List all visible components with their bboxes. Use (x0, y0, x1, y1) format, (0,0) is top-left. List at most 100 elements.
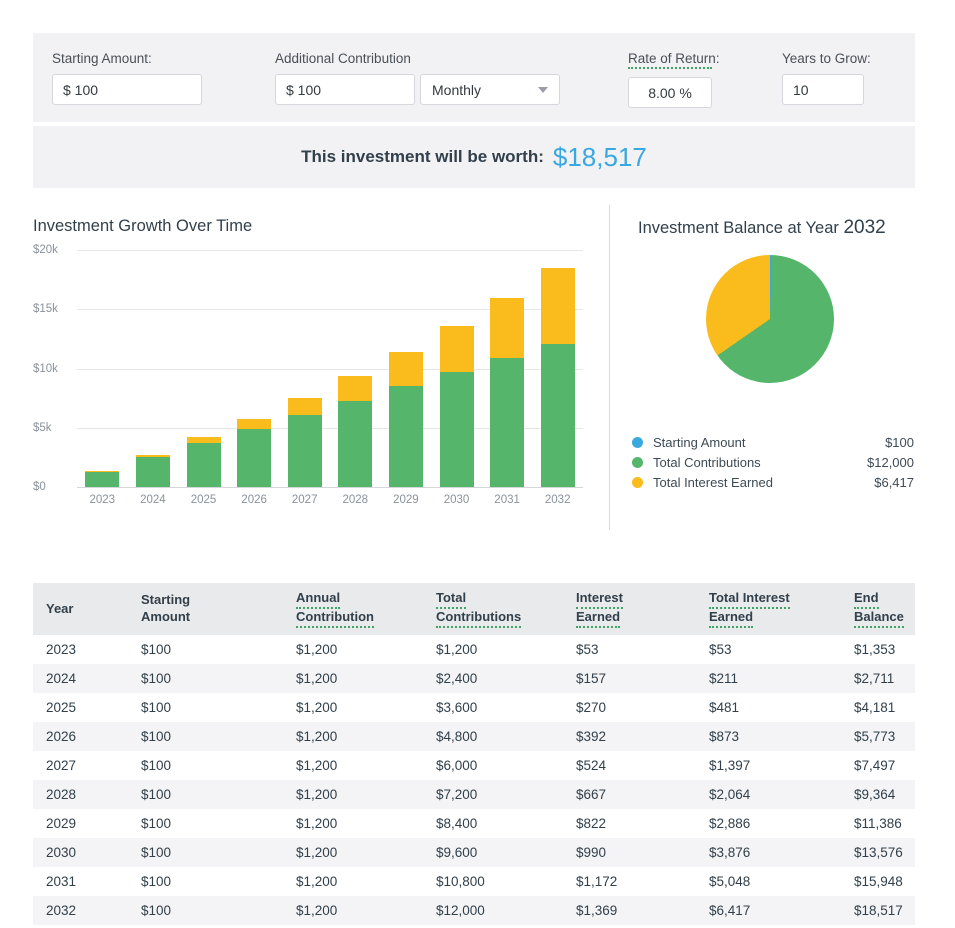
x-axis-tick-label: 2024 (140, 494, 166, 506)
x-axis-tick-label: 2025 (190, 494, 217, 506)
table-row: 2030 $100 $1,200 $9,600 $990 $3,876 $13,576 (33, 838, 915, 867)
table-row: 2029 $100 $1,200 $8,400 $822 $2,886 $11,386 (33, 809, 915, 838)
x-axis-tick-label: 2028 (342, 494, 369, 506)
bar-column[interactable] (388, 352, 423, 487)
table-cell: $9,364 (854, 787, 896, 802)
bar-segment-interest (490, 298, 525, 358)
legend-item[interactable]: Total Contributions $12,000 (632, 452, 914, 472)
table-cell: $53 (709, 642, 732, 657)
table-cell: $392 (576, 729, 607, 744)
pie-slices (706, 255, 834, 383)
starting-amount-input[interactable]: $ 100 (52, 74, 202, 105)
charts-section: Investment Growth Over Time Investment B… (0, 200, 955, 545)
bar-segment-interest (287, 398, 322, 415)
legend-item[interactable]: Starting Amount $100 (632, 432, 914, 452)
table-column-header-line: Total (436, 590, 467, 609)
investment-growth-bar-chart: $0 $5k $10k $15k $20k 2023 2024 2025 2026 2027 20… (33, 244, 583, 515)
table-cell: 2032 (46, 903, 77, 918)
additional-contribution-field: Additional Contribution $ 100 (275, 51, 415, 105)
table-cell: $1,200 (436, 642, 478, 657)
table-cell: $1,200 (296, 671, 338, 686)
table-cell: $1,200 (296, 903, 338, 918)
table-cell: $7,497 (854, 758, 896, 773)
additional-contribution-input[interactable]: $ 100 (275, 74, 415, 105)
starting-amount-field: Starting Amount: $ 100 (52, 51, 202, 105)
table-cell: $3,600 (436, 700, 478, 715)
table-cell: $2,400 (436, 671, 478, 686)
bar-column[interactable] (186, 437, 221, 487)
x-axis-tick-label: 2027 (291, 494, 318, 506)
bar-segment-interest (338, 376, 373, 401)
result-banner: This investment will be worth: $18,517 (33, 126, 915, 188)
table-column-header[interactable]: Annual Contribution (283, 583, 423, 635)
table-column-header-line: Contributions (436, 609, 522, 628)
table-header: Year Starting Amount Annual Contribution Tota… (33, 583, 915, 635)
bar-segment-contributions (439, 372, 474, 487)
table-cell: $100 (141, 816, 172, 831)
legend-item[interactable]: Total Interest Earned $6,417 (632, 472, 914, 492)
table-cell: 2030 (46, 845, 77, 860)
bar-segment-contributions (490, 357, 525, 487)
bar-segment-contributions (388, 386, 423, 487)
x-axis-tick-label: 2023 (89, 494, 116, 506)
table-cell: $1,369 (576, 903, 618, 918)
table-cell: $6,417 (709, 903, 751, 918)
table-cell: $100 (141, 845, 172, 860)
legend-color-dot-icon (632, 476, 643, 488)
table-cell: $1,200 (296, 758, 338, 773)
projection-table-wrap: Year Starting Amount Annual Contribution Tota… (33, 583, 915, 925)
years-to-grow-label: Years to Grow: (782, 51, 871, 66)
bar-column[interactable] (287, 398, 322, 487)
pie-chart-title-prefix: Investment Balance at Year (638, 219, 839, 237)
table-cell: $157 (576, 671, 607, 686)
bar-column[interactable] (540, 267, 575, 487)
bar-column[interactable] (135, 454, 170, 487)
x-axis-tick-label: 2032 (544, 494, 571, 506)
bar-column[interactable] (439, 326, 474, 487)
bar-chart-title: Investment Growth Over Time (33, 217, 253, 235)
bar-column[interactable] (490, 298, 525, 487)
table-cell: $1,200 (296, 787, 338, 802)
table-row: 2031 $100 $1,200 $10,800 $1,172 $5,048 $15,948 (33, 867, 915, 896)
table-cell: $5,773 (854, 729, 896, 744)
years-to-grow-input[interactable]: 10 (782, 74, 864, 105)
bar-segment-interest (237, 418, 272, 429)
table-cell: $100 (141, 903, 172, 918)
table-column-header-line: Starting (141, 592, 191, 608)
table-cell: $4,800 (436, 729, 478, 744)
legend-item-label: Starting Amount (653, 434, 746, 450)
rate-of-return-label[interactable]: Rate of Return: (628, 51, 720, 69)
inputs-panel: Starting Amount: $ 100 Additional Contri… (33, 33, 915, 122)
table-cell: $1,200 (296, 845, 338, 860)
table-column-header[interactable]: Total Interest Earned (696, 583, 841, 635)
bar-column[interactable] (85, 470, 120, 487)
table-cell: $2,886 (709, 816, 751, 831)
rate-of-return-field: Rate of Return: 8.00 % (628, 51, 720, 108)
table-cell: $100 (141, 787, 172, 802)
table-cell: $667 (576, 787, 607, 802)
table-column-header[interactable]: Interest Earned (563, 583, 696, 635)
bar-column[interactable] (338, 376, 373, 487)
bar-segment-contributions (85, 471, 120, 487)
contribution-frequency-select[interactable]: Monthly (420, 74, 560, 105)
table-column-header[interactable]: Total Contributions (423, 583, 563, 635)
y-axis-tick-label: $10k (33, 362, 58, 375)
table-cell: $6,000 (436, 758, 478, 773)
y-axis-tick-label: $5k (33, 421, 52, 434)
table-cell: $1,200 (296, 874, 338, 889)
legend-item-label: Total Interest Earned (653, 474, 773, 490)
table-column-header-line: Earned (576, 609, 621, 628)
table-column-header[interactable]: End Balance (841, 583, 915, 635)
x-axis-tick-label: 2030 (443, 494, 470, 506)
bar-segment-contributions (237, 428, 272, 487)
rate-of-return-input[interactable]: 8.00 % (628, 77, 712, 108)
bar-chart-plot-area: 2023 2024 2025 2026 2027 2028 2029 2030 2031 2032 (77, 250, 583, 506)
table-row: 2024 $100 $1,200 $2,400 $157 $211 $2,711 (33, 664, 915, 693)
years-to-grow-field: Years to Grow: 10 (782, 51, 871, 105)
investment-balance-pie-chart (706, 255, 834, 383)
bar-column[interactable] (237, 418, 272, 487)
table-cell: $10,800 (436, 874, 485, 889)
table-cell: $5,048 (709, 874, 751, 889)
table-row: 2025 $100 $1,200 $3,600 $270 $481 $4,181 (33, 693, 915, 722)
table-cell: $53 (576, 642, 599, 657)
